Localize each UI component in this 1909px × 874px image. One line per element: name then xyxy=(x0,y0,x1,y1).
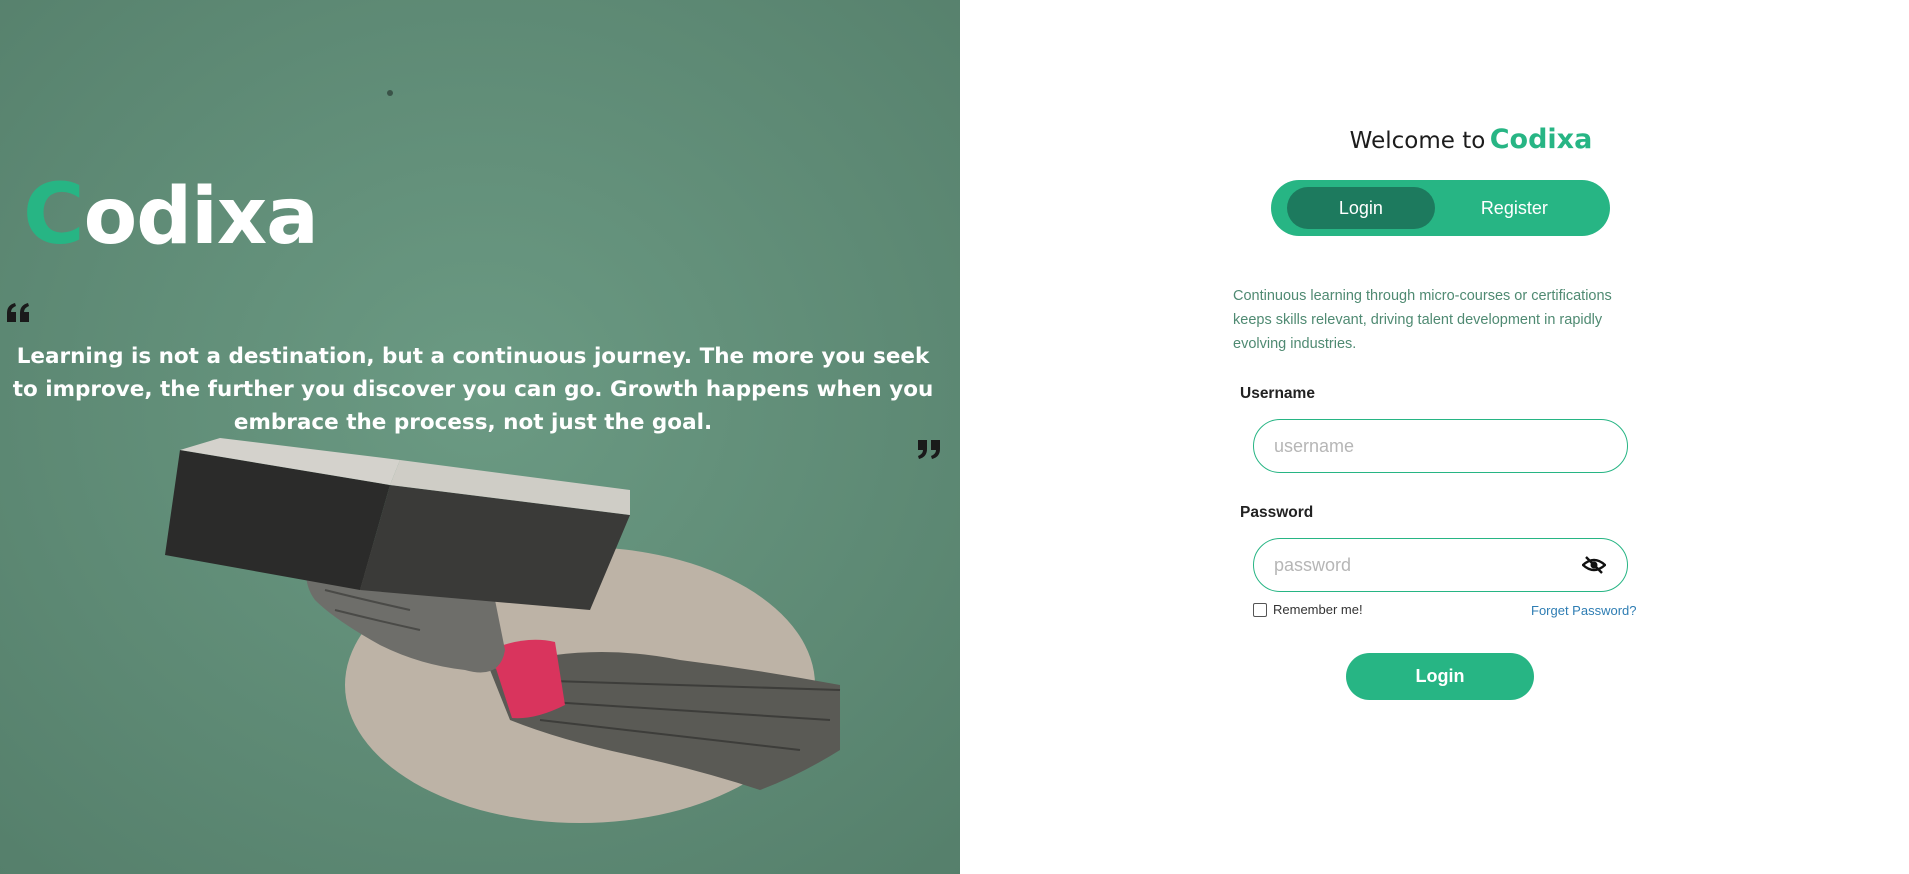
welcome-brand: Codixa xyxy=(1489,124,1593,155)
tab-register[interactable]: Register xyxy=(1435,187,1594,229)
auth-tab-switch: Login Register xyxy=(1271,180,1610,236)
remember-checkbox[interactable] xyxy=(1253,602,1267,617)
login-submit-button[interactable]: Login xyxy=(1346,653,1534,700)
close-quote-icon xyxy=(918,440,940,459)
welcome-heading: Welcome to Codixa xyxy=(960,124,1909,155)
brand-logo: Codixa xyxy=(23,172,319,256)
eye-slash-icon[interactable] xyxy=(1581,554,1607,576)
forgot-password-link[interactable]: Forget Password? xyxy=(1531,603,1637,618)
brand-rest: odixa xyxy=(83,172,319,262)
username-input[interactable] xyxy=(1274,435,1607,457)
username-label: Username xyxy=(1240,385,1315,402)
hero-panel: Codixa Learning is not a destination, bu… xyxy=(0,0,960,874)
open-quote-icon xyxy=(7,303,29,322)
password-label: Password xyxy=(1240,504,1314,521)
welcome-lead: Welcome to xyxy=(1349,128,1486,154)
auth-description: Continuous learning through micro-course… xyxy=(1233,288,1612,352)
password-input[interactable] xyxy=(1274,554,1581,576)
login-page: Codixa Learning is not a destination, bu… xyxy=(0,0,1909,874)
auth-panel: Welcome to Codixa Login Register Continu… xyxy=(960,0,1909,874)
username-field[interactable] xyxy=(1253,419,1628,473)
hand-holding-book-illustration xyxy=(165,438,841,823)
remember-label: Remember me! xyxy=(1273,602,1363,617)
tab-login[interactable]: Login xyxy=(1287,187,1435,229)
brand-initial: C xyxy=(23,165,85,263)
password-field[interactable] xyxy=(1253,538,1628,592)
remember-me[interactable]: Remember me! xyxy=(1253,602,1363,617)
